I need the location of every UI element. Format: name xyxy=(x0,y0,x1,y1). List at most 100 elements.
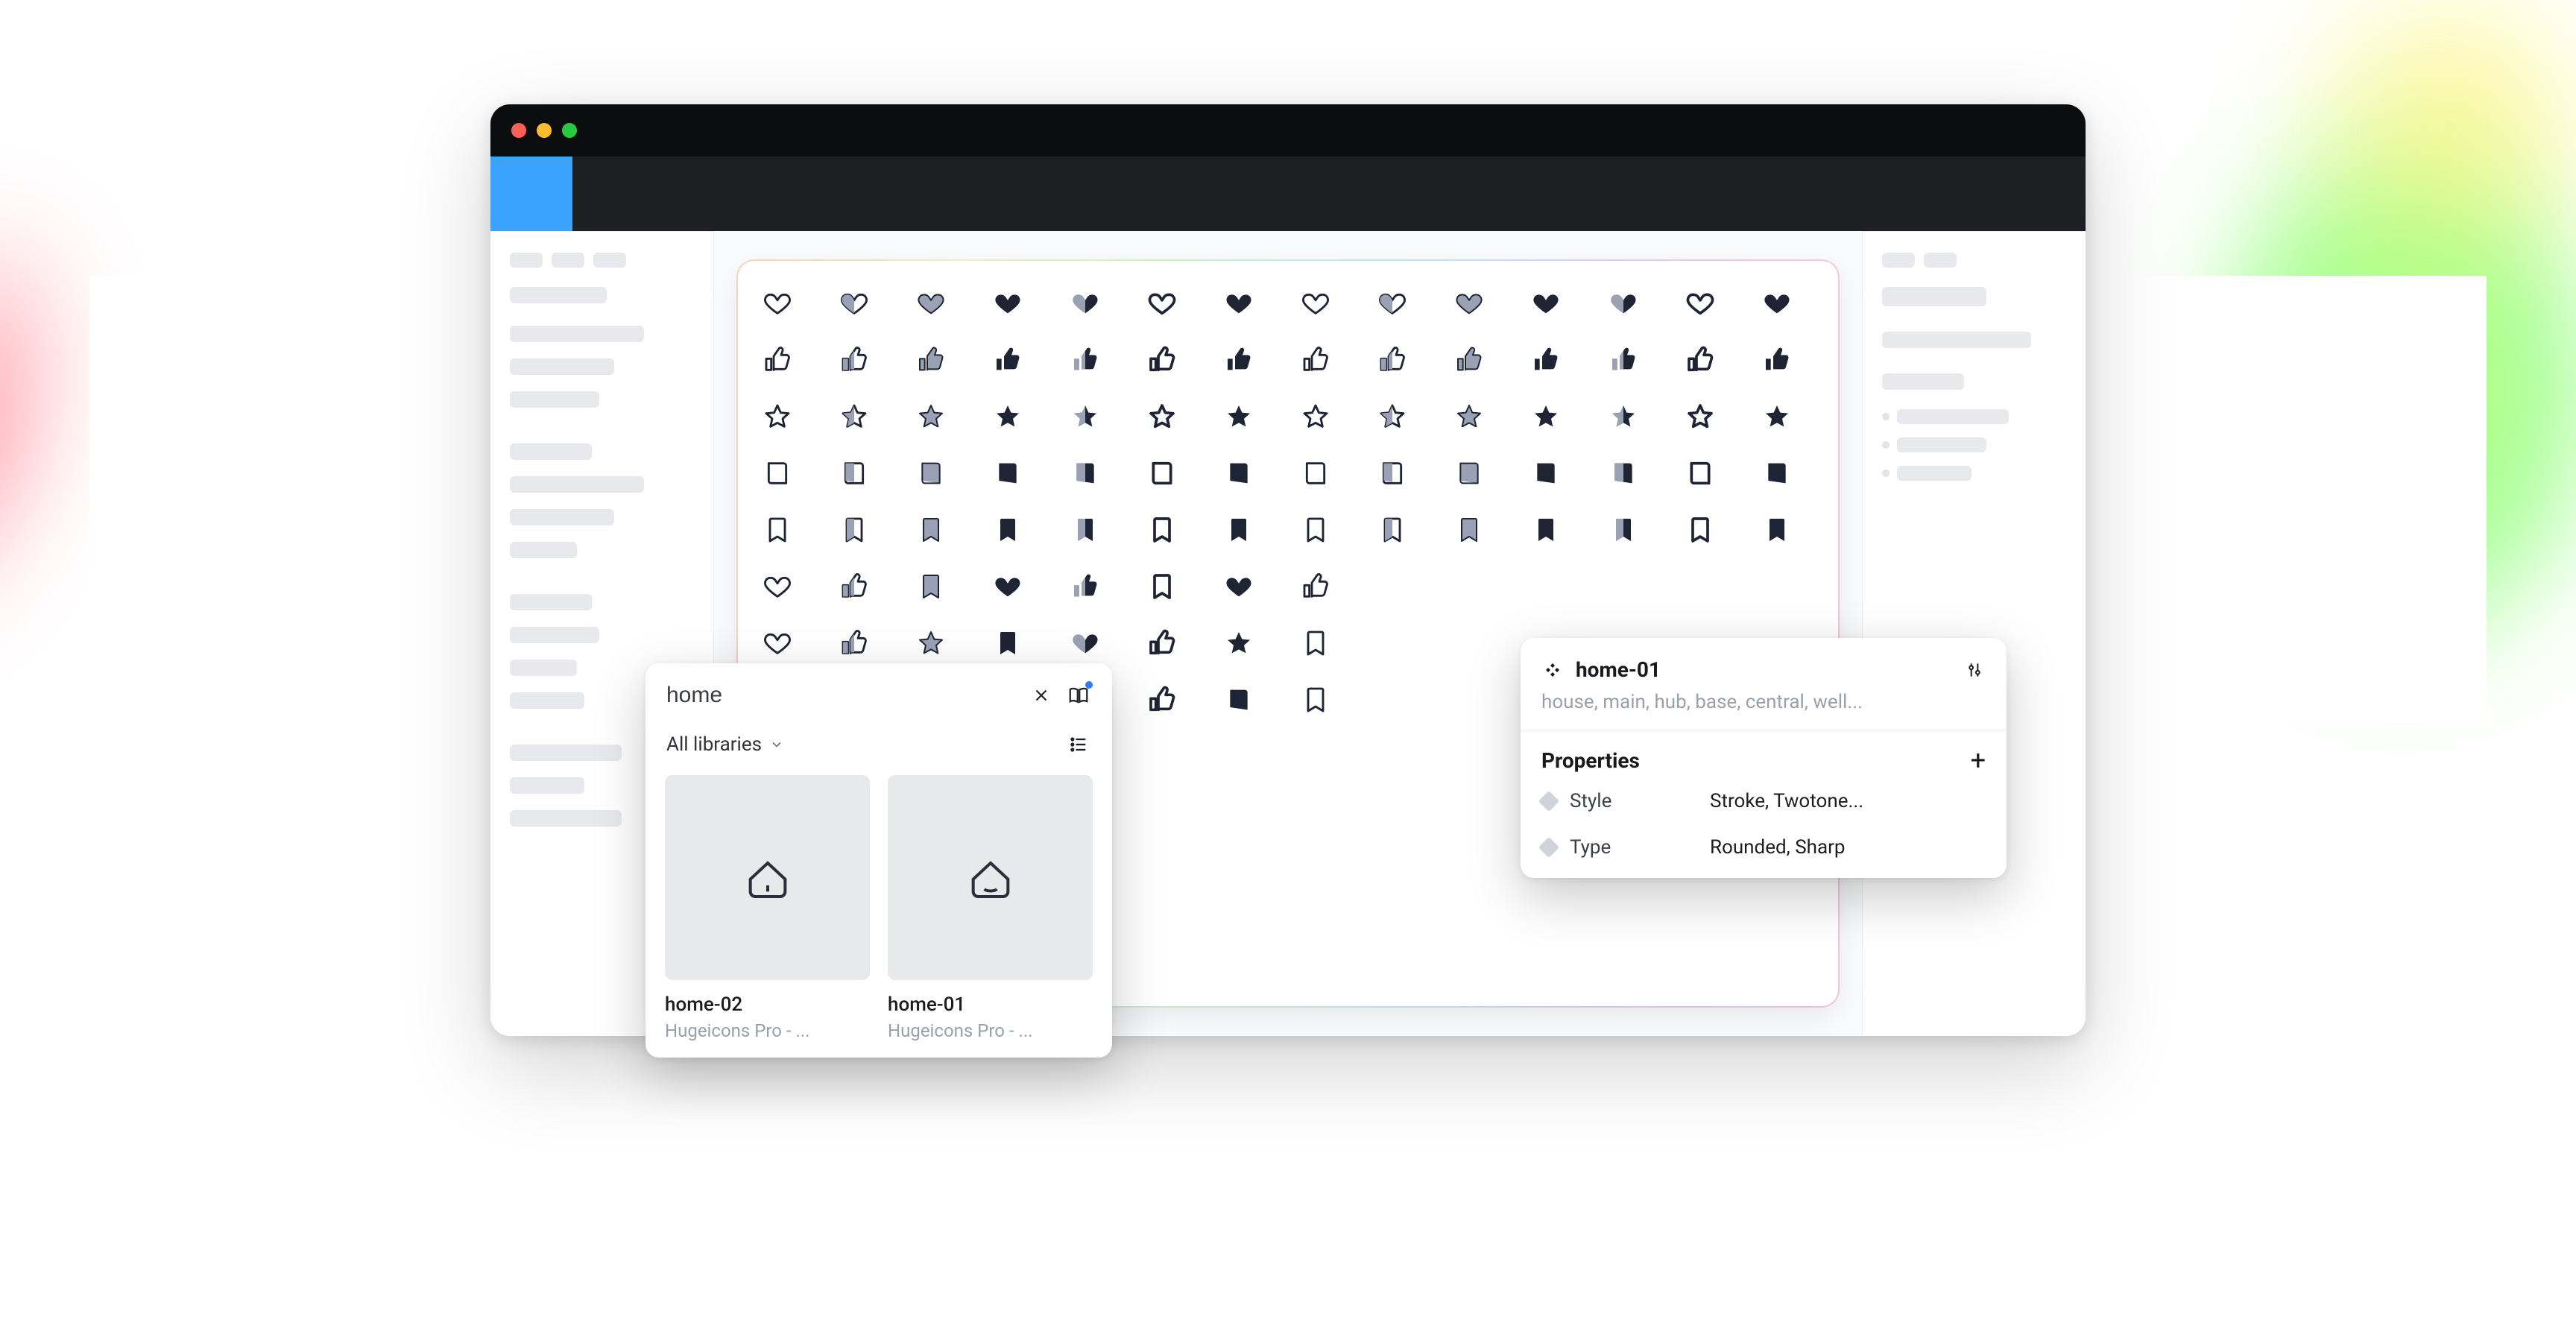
mark-icon[interactable] xyxy=(1452,513,1486,547)
thumb-icon[interactable] xyxy=(991,343,1025,377)
heart-icon[interactable] xyxy=(1760,286,1794,320)
heart-icon[interactable] xyxy=(760,626,795,660)
book-icon[interactable] xyxy=(760,456,795,490)
heart-icon[interactable] xyxy=(1606,286,1641,320)
asset-result[interactable]: home-02 Hugeicons Pro - ... xyxy=(665,775,870,1041)
star-icon[interactable] xyxy=(1222,626,1256,660)
star-icon[interactable] xyxy=(991,399,1025,434)
heart-icon[interactable] xyxy=(914,286,948,320)
book-icon[interactable] xyxy=(1760,456,1794,490)
mark-icon[interactable] xyxy=(1760,513,1794,547)
mark-icon[interactable] xyxy=(760,513,795,547)
property-row[interactable]: Style Stroke, Twotone... xyxy=(1521,778,2007,824)
mark-icon[interactable] xyxy=(914,569,948,604)
thumb-icon[interactable] xyxy=(1683,343,1717,377)
book-icon[interactable] xyxy=(1222,683,1256,717)
star-icon[interactable] xyxy=(1375,399,1409,434)
zoom-traffic-light[interactable] xyxy=(562,123,577,138)
star-icon[interactable] xyxy=(1222,399,1256,434)
mark-icon[interactable] xyxy=(991,626,1025,660)
heart-icon[interactable] xyxy=(991,569,1025,604)
thumb-icon[interactable] xyxy=(837,626,871,660)
heart-icon[interactable] xyxy=(760,286,795,320)
star-icon[interactable] xyxy=(1683,399,1717,434)
heart-icon[interactable] xyxy=(1068,626,1102,660)
mark-icon[interactable] xyxy=(1298,626,1333,660)
star-icon[interactable] xyxy=(1068,399,1102,434)
mark-icon[interactable] xyxy=(1298,683,1333,717)
star-icon[interactable] xyxy=(914,626,948,660)
library-filter-dropdown[interactable]: All libraries xyxy=(666,733,784,756)
thumb-icon[interactable] xyxy=(1606,343,1641,377)
thumb-icon[interactable] xyxy=(1452,343,1486,377)
book-icon[interactable] xyxy=(1606,456,1641,490)
heart-icon[interactable] xyxy=(1683,286,1717,320)
assets-search-input[interactable] xyxy=(666,683,1017,708)
adjust-icon[interactable] xyxy=(1963,659,1986,681)
thumb-icon[interactable] xyxy=(1068,343,1102,377)
close-traffic-light[interactable] xyxy=(511,123,526,138)
star-icon[interactable] xyxy=(1760,399,1794,434)
mark-icon[interactable] xyxy=(1145,569,1179,604)
property-row[interactable]: Type Rounded, Sharp xyxy=(1521,824,2007,878)
thumb-icon[interactable] xyxy=(1298,569,1333,604)
heart-icon[interactable] xyxy=(991,286,1025,320)
thumb-icon[interactable] xyxy=(1145,626,1179,660)
add-property-button[interactable]: + xyxy=(1971,747,1986,774)
thumb-icon[interactable] xyxy=(914,343,948,377)
heart-icon[interactable] xyxy=(1529,286,1563,320)
thumb-icon[interactable] xyxy=(1375,343,1409,377)
mark-icon[interactable] xyxy=(914,513,948,547)
thumb-icon[interactable] xyxy=(760,343,795,377)
open-book-icon[interactable] xyxy=(1066,683,1091,708)
thumb-icon[interactable] xyxy=(1145,343,1179,377)
thumb-icon[interactable] xyxy=(1760,343,1794,377)
star-icon[interactable] xyxy=(914,399,948,434)
mark-icon[interactable] xyxy=(1606,513,1641,547)
list-view-icon[interactable] xyxy=(1066,732,1091,757)
thumb-icon[interactable] xyxy=(1529,343,1563,377)
star-icon[interactable] xyxy=(1529,399,1563,434)
heart-icon[interactable] xyxy=(1068,286,1102,320)
mark-icon[interactable] xyxy=(1375,513,1409,547)
star-icon[interactable] xyxy=(1145,399,1179,434)
star-icon[interactable] xyxy=(837,399,871,434)
heart-icon[interactable] xyxy=(1452,286,1486,320)
mark-icon[interactable] xyxy=(1068,513,1102,547)
minimize-traffic-light[interactable] xyxy=(537,123,552,138)
heart-icon[interactable] xyxy=(1222,286,1256,320)
book-icon[interactable] xyxy=(1298,456,1333,490)
thumb-icon[interactable] xyxy=(1222,343,1256,377)
book-icon[interactable] xyxy=(1222,456,1256,490)
thumb-icon[interactable] xyxy=(1068,569,1102,604)
book-icon[interactable] xyxy=(1683,456,1717,490)
heart-icon[interactable] xyxy=(1298,286,1333,320)
book-icon[interactable] xyxy=(991,456,1025,490)
heart-icon[interactable] xyxy=(1222,569,1256,604)
heart-icon[interactable] xyxy=(760,569,795,604)
heart-icon[interactable] xyxy=(1145,286,1179,320)
mark-icon[interactable] xyxy=(1683,513,1717,547)
heart-icon[interactable] xyxy=(1375,286,1409,320)
mark-icon[interactable] xyxy=(1145,513,1179,547)
mark-icon[interactable] xyxy=(837,513,871,547)
star-icon[interactable] xyxy=(1298,399,1333,434)
book-icon[interactable] xyxy=(1145,456,1179,490)
thumb-icon[interactable] xyxy=(837,343,871,377)
star-icon[interactable] xyxy=(1606,399,1641,434)
thumb-icon[interactable] xyxy=(1298,343,1333,377)
thumb-icon[interactable] xyxy=(837,569,871,604)
thumb-icon[interactable] xyxy=(1145,683,1179,717)
book-icon[interactable] xyxy=(837,456,871,490)
book-icon[interactable] xyxy=(914,456,948,490)
star-icon[interactable] xyxy=(1452,399,1486,434)
book-icon[interactable] xyxy=(1375,456,1409,490)
star-icon[interactable] xyxy=(760,399,795,434)
mark-icon[interactable] xyxy=(1222,513,1256,547)
active-tab[interactable] xyxy=(490,157,572,231)
mark-icon[interactable] xyxy=(1298,513,1333,547)
mark-icon[interactable] xyxy=(991,513,1025,547)
clear-search-icon[interactable] xyxy=(1029,683,1054,708)
asset-result[interactable]: home-01 Hugeicons Pro - ... xyxy=(888,775,1093,1041)
book-icon[interactable] xyxy=(1068,456,1102,490)
